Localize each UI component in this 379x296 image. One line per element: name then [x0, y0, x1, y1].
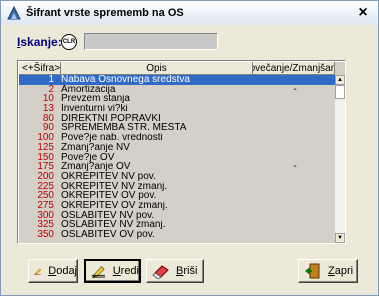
cell-description: OSLABITEV OV pov.: [61, 230, 155, 240]
close-button-label: Zapri: [328, 265, 354, 277]
grid-rows: 1 Nabava Osnovnega sredstva 2 Amortizacija -…: [19, 75, 335, 240]
cell-description: OKREPITEV OV pov.: [61, 191, 157, 201]
vertical-scrollbar[interactable]: ▲ ▼: [335, 75, 345, 243]
dialog-window: Šifrant vrste sprememb na OS × Iskanje: …: [0, 0, 379, 296]
table-row[interactable]: 90 SPREMEMBA STR. MESTA: [19, 123, 335, 133]
title-bar[interactable]: Šifrant vrste sprememb na OS ×: [1, 1, 378, 25]
column-header-code[interactable]: <+Šifra>: [19, 62, 61, 75]
search-input[interactable]: [84, 33, 218, 50]
table-row[interactable]: 13 Inventurni vi?ki: [19, 104, 335, 114]
cell-description: OKREPITEV NV pov.: [61, 171, 156, 182]
cell-description: SPREMEMBA STR. MESTA: [61, 123, 187, 134]
pencil-edit-icon: [91, 266, 105, 278]
cell-description: OKREPITEV NV zmanj.: [61, 181, 168, 192]
grid-body: <+Šifra> Opis Povečanje/Zmanjšanje 1Naba…: [19, 62, 345, 243]
table-row[interactable]: 100 Pove?je nab. vrednosti: [19, 133, 335, 143]
data-grid: <+Šifra> Opis Povečanje/Zmanjšanje 1Naba…: [17, 60, 346, 244]
add-button[interactable]: Dodaj: [28, 259, 78, 283]
edit-button-label: Uredi: [112, 265, 139, 277]
cell-description: Pove?je nab. vrednosti: [61, 133, 163, 143]
pencil-icon: [34, 268, 42, 275]
table-row[interactable]: 325 OSLABITEV NV zmanj.: [19, 220, 335, 230]
eraser-icon: [152, 265, 169, 279]
table-row[interactable]: 350 OSLABITEV OV pov.: [19, 230, 335, 240]
search-row: Iskanje:: [17, 31, 62, 53]
cell-code: 350: [37, 229, 54, 240]
cell-description: Nabava Osnovnega sredstva: [61, 75, 190, 85]
close-window-button[interactable]: ×: [353, 3, 373, 23]
delete-button[interactable]: Briši: [146, 259, 204, 283]
column-header-description[interactable]: Opis: [61, 62, 253, 75]
app-icon: [7, 5, 21, 20]
cell-description: OSLABITEV NV pov.: [61, 210, 155, 221]
cell-description: OSLABITEV NV zmanj.: [61, 220, 166, 231]
table-row[interactable]: 200 OKREPITEV NV pov.: [19, 172, 335, 182]
cell-description: Amortizacija: [61, 84, 116, 95]
table-row[interactable]: 250 OKREPITEV OV pov.: [19, 191, 335, 201]
cell-description: Prevzem stanja: [61, 94, 130, 105]
cell-type: -: [293, 83, 297, 95]
table-row[interactable]: 125 Zmanj?anje NV: [19, 142, 335, 153]
cell-description: Inventurni vi?ki: [61, 104, 128, 114]
table-row[interactable]: 80 DIREKTNI POPRAVKI: [19, 113, 335, 124]
table-row[interactable]: 275 OKREPITEV OV zmanj.: [19, 201, 335, 211]
add-button-label: Dodaj: [48, 265, 77, 277]
table-row[interactable]: 2 Amortizacija -: [19, 83, 335, 95]
table-row[interactable]: 1 Nabava Osnovnega sredstva: [19, 75, 335, 85]
cell-type: -: [293, 161, 297, 173]
edit-button[interactable]: Uredi: [84, 259, 141, 283]
cell-description: DIREKTNI POPRAVKI: [61, 113, 161, 124]
scroll-up-arrow-icon[interactable]: ▲: [335, 75, 345, 85]
exit-door-icon: [305, 263, 320, 279]
window-title: Šifrant vrste sprememb na OS: [26, 7, 184, 19]
table-row[interactable]: 150 Pove?je OV: [19, 152, 335, 163]
table-row[interactable]: 225 OKREPITEV NV zmanj.: [19, 181, 335, 192]
column-header-type[interactable]: Povečanje/Zmanjšanje: [253, 62, 335, 75]
cell-description: Zmanj?anje OV: [61, 162, 131, 172]
search-label: Iskanje:: [17, 35, 62, 49]
delete-button-label: Briši: [176, 265, 198, 277]
cell-description: Pove?je OV: [61, 152, 115, 163]
cell-description: OKREPITEV OV zmanj.: [61, 200, 168, 211]
table-row[interactable]: 175 Zmanj?anje OV -: [19, 162, 335, 172]
clear-search-button[interactable]: CLR: [61, 34, 77, 50]
scroll-down-arrow-icon[interactable]: ▼: [335, 233, 345, 243]
scrollbar-thumb[interactable]: [335, 85, 345, 99]
table-row[interactable]: 300 OSLABITEV NV pov.: [19, 210, 335, 221]
close-button[interactable]: Zapri: [298, 259, 358, 283]
cell-description: Zmanj?anje NV: [61, 142, 130, 153]
table-row[interactable]: 10 Prevzem stanja: [19, 94, 335, 104]
